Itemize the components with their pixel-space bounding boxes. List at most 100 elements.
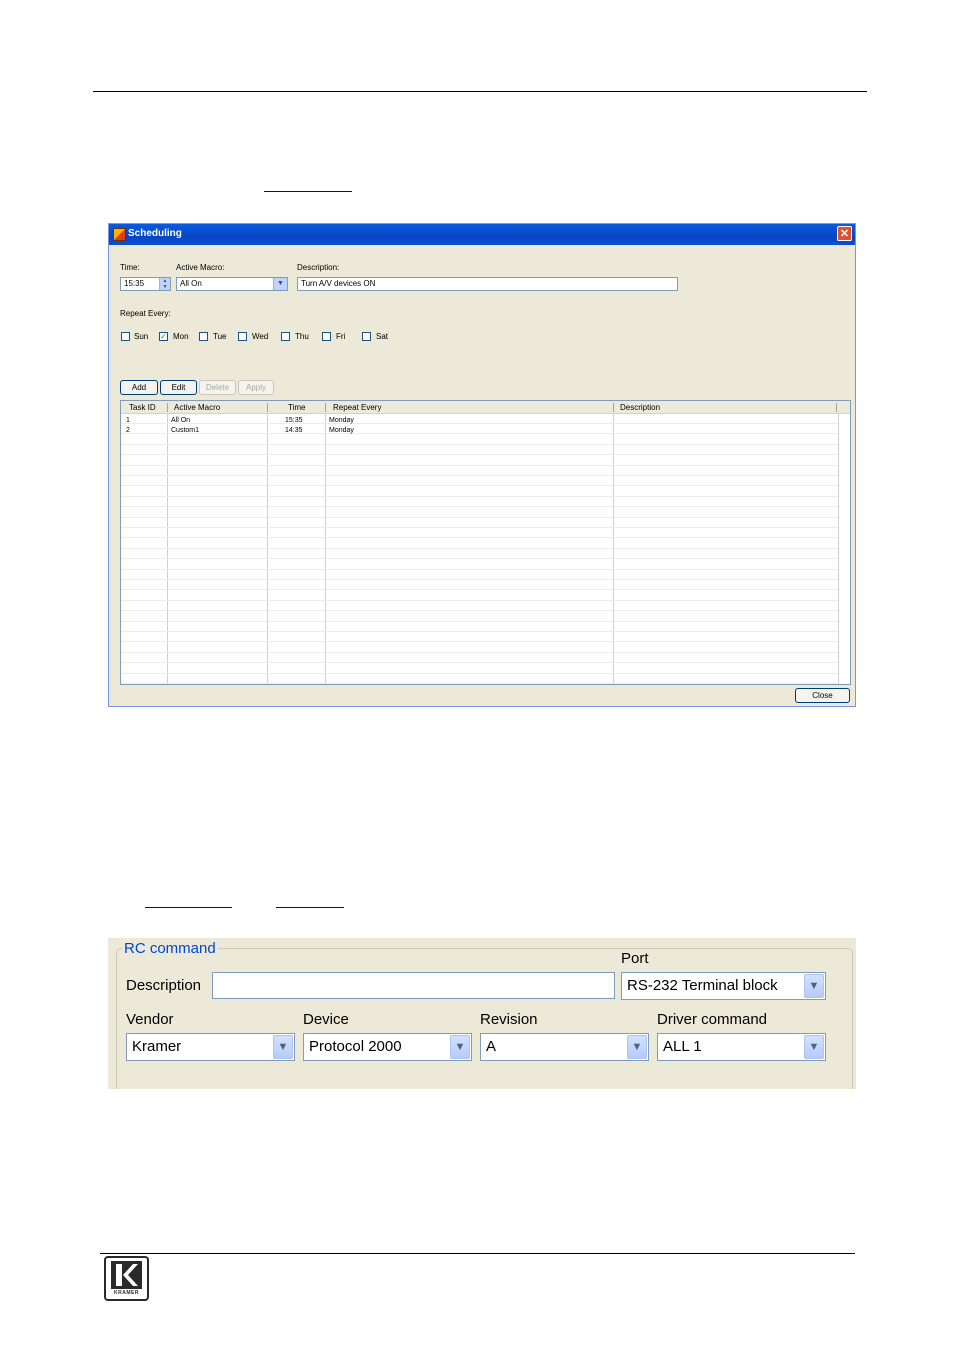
col-separator	[836, 403, 837, 412]
rc-command-legend: RC command	[122, 940, 218, 957]
time-spinner[interactable]: ▲ ▼	[159, 278, 170, 290]
description-input[interactable]: Turn A/V devices ON	[297, 277, 678, 291]
grid-row-line	[121, 683, 838, 684]
grid-row-line	[121, 579, 838, 580]
time-cell: 15:35	[285, 417, 303, 424]
fri-checkbox[interactable]	[322, 332, 331, 341]
grid-row-line	[121, 569, 838, 570]
mon-checkbox[interactable]: ✓	[159, 332, 168, 341]
col-time[interactable]: Time	[288, 403, 305, 412]
task-grid[interactable]: Task ID Active Macro Time Repeat Every D…	[120, 400, 851, 685]
col-separator	[267, 403, 268, 412]
grid-row-line	[121, 610, 838, 611]
header-rule	[93, 91, 867, 92]
task-id-cell: 1	[126, 417, 130, 424]
revision-select[interactable]: A ▼	[480, 1033, 649, 1061]
task-id-cell: 2	[126, 427, 130, 434]
description-label: Description	[126, 977, 202, 994]
revision-value: A	[486, 1038, 497, 1055]
close-button[interactable]: Close	[795, 688, 850, 703]
time-label: Time:	[120, 263, 140, 272]
col-description[interactable]: Description	[620, 403, 660, 412]
kramer-k-icon	[111, 1261, 142, 1289]
col-separator	[325, 403, 326, 412]
grid-row-line	[121, 589, 838, 590]
tue-checkbox[interactable]	[199, 332, 208, 341]
driver-command-select[interactable]: ALL 1 ▼	[657, 1033, 826, 1061]
apply-button[interactable]: Apply	[238, 380, 274, 395]
mon-label: Mon	[173, 332, 189, 341]
macro-cell: Custom1	[171, 427, 200, 434]
chevron-down-icon[interactable]: ▼	[627, 1035, 647, 1059]
thu-label: Thu	[295, 332, 309, 341]
chevron-down-icon[interactable]: ▼	[804, 1035, 824, 1059]
text-link-underline[interactable]	[145, 907, 232, 908]
chevron-down-icon[interactable]: ▼	[450, 1035, 470, 1059]
scheduling-window: Scheduling ✕ Time: 15:35 ▲ ▼ Active Macro…	[108, 223, 856, 707]
grid-row-line	[121, 621, 838, 622]
grid-row-line	[121, 600, 838, 601]
grid-row-line	[121, 444, 838, 445]
thu-checkbox[interactable]	[281, 332, 290, 341]
grid-row-line	[121, 517, 838, 518]
logo-text: KRAMER	[114, 1290, 139, 1296]
col-separator	[167, 403, 168, 412]
grid-row-line	[121, 641, 838, 642]
tue-label: Tue	[213, 332, 227, 341]
device-value: Protocol 2000	[309, 1038, 402, 1055]
delete-button[interactable]: Delete	[199, 380, 236, 395]
macro-cell: All On	[171, 417, 191, 424]
repeat-cell: Monday	[329, 427, 354, 434]
driver-command-label: Driver command	[657, 1011, 768, 1028]
time-cell: 14:35	[285, 427, 303, 434]
edit-button[interactable]: Edit	[160, 380, 197, 395]
active-macro-label: Active Macro:	[176, 263, 225, 272]
add-button[interactable]: Add	[120, 380, 158, 395]
description-value: Turn A/V devices ON	[301, 279, 376, 288]
text-link-underline[interactable]	[264, 191, 352, 192]
grid-row-line	[121, 652, 838, 653]
chevron-down-icon[interactable]: ▼	[273, 278, 287, 290]
port-value: RS-232 Terminal block	[627, 977, 778, 994]
vendor-select[interactable]: Kramer ▼	[126, 1033, 295, 1061]
port-label: Port	[621, 950, 649, 967]
sun-label: Sun	[134, 332, 149, 341]
repeat-every-label: Repeat Every:	[120, 309, 171, 318]
wed-checkbox[interactable]	[238, 332, 247, 341]
time-input[interactable]: 15:35 ▲ ▼	[120, 277, 171, 291]
active-macro-select[interactable]: All On ▼	[176, 277, 288, 291]
col-repeat-every[interactable]: Repeat Every	[333, 403, 381, 412]
footer-rule	[100, 1253, 855, 1254]
window-title: Scheduling	[128, 228, 182, 239]
chevron-down-icon[interactable]: ▼	[273, 1035, 293, 1059]
sun-checkbox[interactable]	[121, 332, 130, 341]
fri-label: Fri	[336, 332, 346, 341]
grid-row-line	[121, 465, 838, 466]
grid-row-line	[121, 527, 838, 528]
vendor-label: Vendor	[126, 1011, 174, 1028]
col-active-macro[interactable]: Active Macro	[174, 403, 220, 412]
grid-row-line	[121, 537, 838, 538]
driver-command-value: ALL 1	[663, 1038, 702, 1055]
sat-label: Sat	[376, 332, 389, 341]
active-macro-value: All On	[180, 279, 202, 288]
grid-row-line	[121, 496, 838, 497]
repeat-cell: Monday	[329, 417, 354, 424]
port-select[interactable]: RS-232 Terminal block ▼	[621, 972, 826, 1000]
text-link-underline[interactable]	[276, 907, 344, 908]
close-icon[interactable]: ✕	[837, 226, 852, 241]
chevron-down-icon[interactable]: ▼	[804, 974, 824, 998]
grid-row-line	[121, 454, 838, 455]
title-bar: Scheduling ✕	[109, 224, 855, 245]
col-task-id[interactable]: Task ID	[129, 403, 156, 412]
sat-checkbox[interactable]	[362, 332, 371, 341]
app-icon	[113, 228, 126, 241]
grid-row-line	[121, 631, 838, 632]
description-label: Description:	[297, 263, 340, 272]
vendor-value: Kramer	[132, 1038, 182, 1055]
device-select[interactable]: Protocol 2000 ▼	[303, 1033, 472, 1061]
description-input[interactable]	[212, 972, 615, 999]
grid-row-line	[121, 423, 838, 424]
grid-row-line	[121, 485, 838, 486]
kramer-logo: KRAMER	[104, 1256, 149, 1301]
